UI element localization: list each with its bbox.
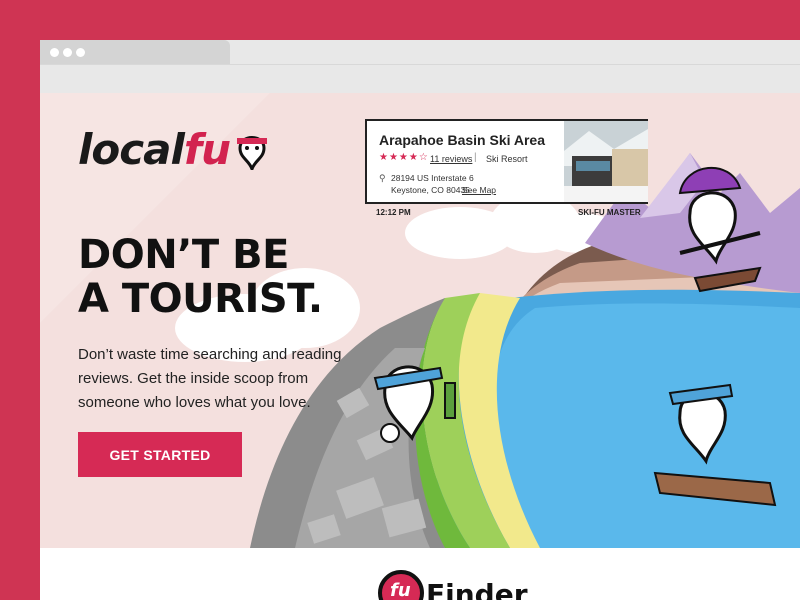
finder-section: fu Finder [40, 548, 800, 600]
post-time: 12:12 PM [376, 208, 411, 217]
place-card[interactable]: Arapahoe Basin Ski Area ★★★★☆ 11 reviews… [365, 119, 648, 204]
hero-headline: DON’T BE A TOURIST. [78, 233, 398, 321]
logo-mascot-icon [236, 136, 267, 174]
logo-word-fu: fu [183, 125, 231, 174]
finder-badge-label: fu [390, 580, 411, 600]
headline-line-2: A TOURIST. [78, 276, 323, 322]
finder-badge-icon: fu [378, 570, 424, 600]
localfu-logo[interactable]: localfu [78, 125, 269, 174]
address-line-1: 28194 US Interstate 6 [391, 173, 474, 183]
browser-chrome [40, 40, 800, 93]
logo-word-local: local [78, 125, 185, 174]
address-line-2: Keystone, CO 80435 [391, 185, 470, 195]
place-photo [564, 121, 648, 202]
finder-word: Finder [426, 578, 528, 600]
window-dot-icon[interactable] [76, 48, 85, 57]
meta-separator: | [474, 152, 477, 163]
pin-icon: ⚲ [379, 173, 386, 183]
place-category: Ski Resort [486, 154, 528, 164]
post-author: SKI-FU MASTER [578, 208, 641, 217]
place-name: Arapahoe Basin Ski Area [379, 132, 545, 148]
window-dot-icon[interactable] [63, 48, 72, 57]
address-bar-area [40, 64, 800, 93]
window-dot-icon[interactable] [50, 48, 59, 57]
hero-section: localfu DON’T BE A TOURIST. Don’t waste … [40, 93, 800, 548]
reviews-link[interactable]: 11 reviews [430, 154, 472, 164]
get-started-button[interactable]: GET STARTED [78, 432, 242, 477]
see-map-link[interactable]: See Map [462, 185, 496, 195]
browser-window: localfu DON’T BE A TOURIST. Don’t waste … [40, 40, 800, 600]
rating-stars-icon: ★★★★☆ [379, 152, 429, 163]
headline-line-1: DON’T BE [78, 232, 289, 278]
hero-subcopy: Don’t waste time searching and reading r… [78, 346, 342, 411]
